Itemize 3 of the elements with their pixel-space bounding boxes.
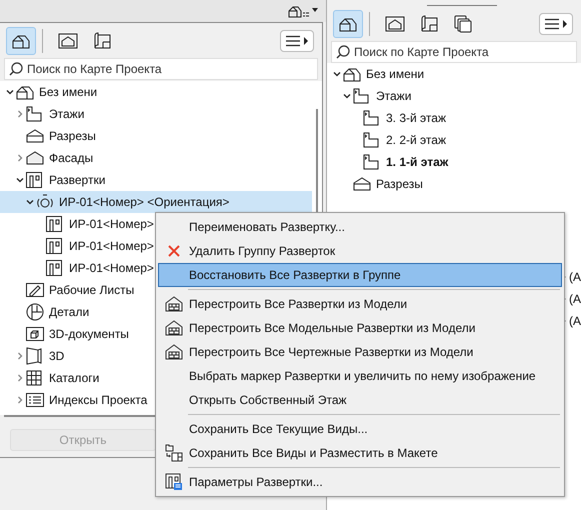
tree-item-label: (A <box>569 314 581 328</box>
tree-item-label: (A <box>569 292 581 306</box>
tree-item-label: (A <box>569 270 581 284</box>
